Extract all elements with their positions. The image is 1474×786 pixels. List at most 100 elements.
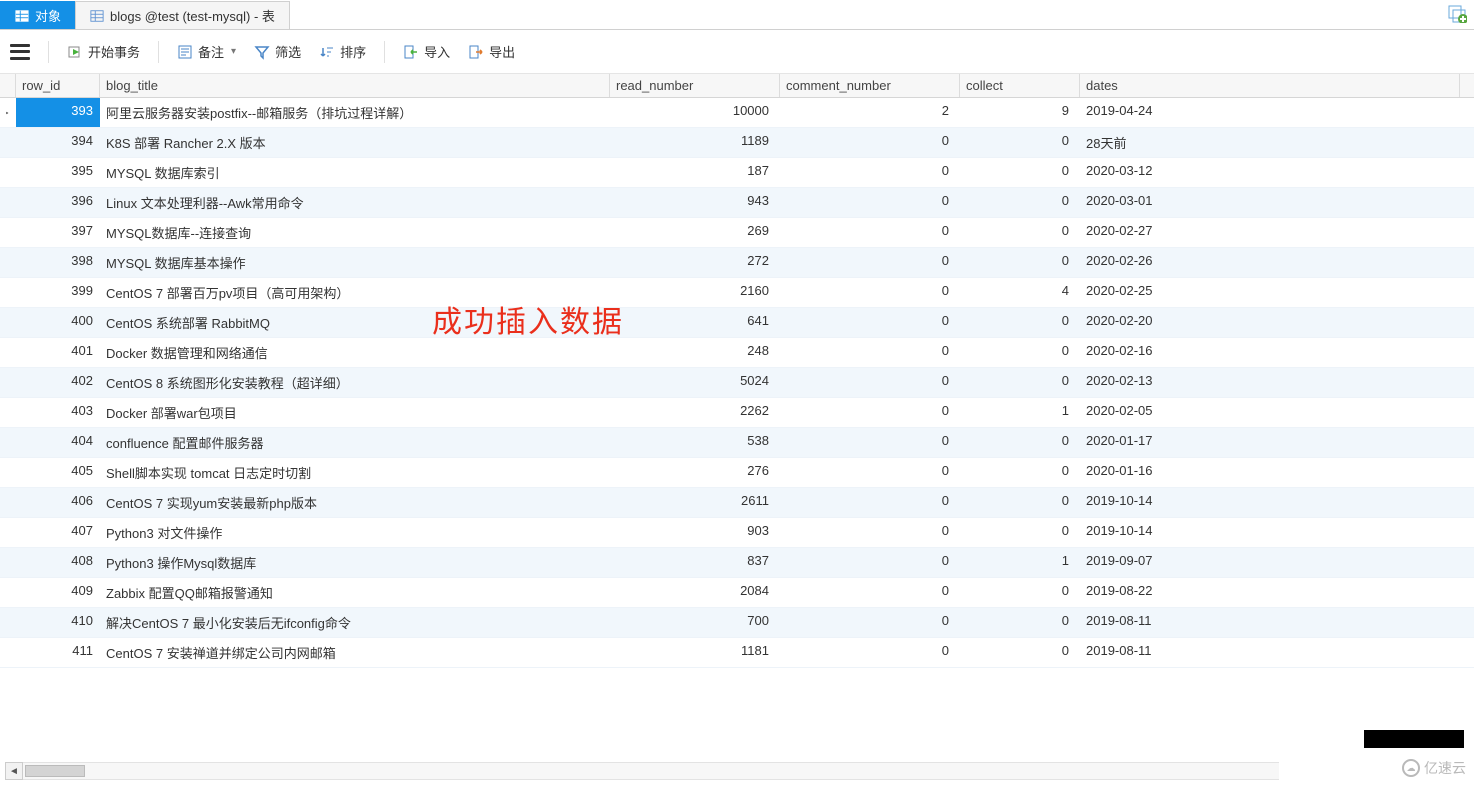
cell-collect[interactable]: 0	[960, 218, 1080, 247]
cell-collect[interactable]: 4	[960, 278, 1080, 307]
header-row-id[interactable]: row_id	[16, 74, 100, 97]
cell-comment-number[interactable]: 0	[780, 128, 960, 157]
table-row[interactable]: 399CentOS 7 部署百万pv项目（高可用架构）2160042020-02…	[0, 278, 1474, 308]
cell-comment-number[interactable]: 0	[780, 548, 960, 577]
cell-row-id[interactable]: 400	[16, 308, 100, 337]
cell-dates[interactable]: 2019-08-22	[1080, 578, 1460, 607]
horizontal-scrollbar[interactable]: ◄	[5, 762, 1279, 780]
header-collect[interactable]: collect	[960, 74, 1080, 97]
cell-dates[interactable]: 2020-02-16	[1080, 338, 1460, 367]
cell-read-number[interactable]: 272	[610, 248, 780, 277]
add-tab-icon[interactable]	[1446, 2, 1468, 24]
cell-blog-title[interactable]: Python3 操作Mysql数据库	[100, 548, 610, 577]
cell-collect[interactable]: 0	[960, 368, 1080, 397]
cell-read-number[interactable]: 2611	[610, 488, 780, 517]
table-row[interactable]: 395MYSQL 数据库索引187002020-03-12	[0, 158, 1474, 188]
cell-comment-number[interactable]: 0	[780, 308, 960, 337]
cell-read-number[interactable]: 276	[610, 458, 780, 487]
cell-blog-title[interactable]: CentOS 7 实现yum安装最新php版本	[100, 488, 610, 517]
cell-dates[interactable]: 2020-03-12	[1080, 158, 1460, 187]
cell-row-id[interactable]: 404	[16, 428, 100, 457]
cell-dates[interactable]: 2020-02-26	[1080, 248, 1460, 277]
cell-read-number[interactable]: 943	[610, 188, 780, 217]
cell-row-id[interactable]: 395	[16, 158, 100, 187]
cell-row-id[interactable]: 407	[16, 518, 100, 547]
cell-dates[interactable]: 2020-01-17	[1080, 428, 1460, 457]
cell-row-id[interactable]: 398	[16, 248, 100, 277]
cell-row-id[interactable]: 397	[16, 218, 100, 247]
cell-dates[interactable]: 2020-02-25	[1080, 278, 1460, 307]
cell-comment-number[interactable]: 0	[780, 518, 960, 547]
cell-comment-number[interactable]: 0	[780, 608, 960, 637]
cell-collect[interactable]: 0	[960, 608, 1080, 637]
cell-blog-title[interactable]: MYSQL 数据库索引	[100, 158, 610, 187]
cell-row-id[interactable]: 402	[16, 368, 100, 397]
cell-read-number[interactable]: 538	[610, 428, 780, 457]
tab-blogs-table[interactable]: blogs @test (test-mysql) - 表	[75, 1, 290, 29]
cell-blog-title[interactable]: CentOS 7 安装禅道并绑定公司内网邮箱	[100, 638, 610, 667]
cell-row-id[interactable]: 410	[16, 608, 100, 637]
export-button[interactable]: 导出	[468, 42, 515, 61]
scroll-track[interactable]	[23, 762, 1279, 780]
cell-blog-title[interactable]: confluence 配置邮件服务器	[100, 428, 610, 457]
table-row[interactable]: 408Python3 操作Mysql数据库837012019-09-07	[0, 548, 1474, 578]
cell-dates[interactable]: 2020-02-20	[1080, 308, 1460, 337]
cell-collect[interactable]: 0	[960, 158, 1080, 187]
cell-collect[interactable]: 0	[960, 338, 1080, 367]
cell-comment-number[interactable]: 0	[780, 278, 960, 307]
cell-collect[interactable]: 0	[960, 248, 1080, 277]
cell-blog-title[interactable]: Docker 部署war包项目	[100, 398, 610, 427]
cell-dates[interactable]: 2019-10-14	[1080, 518, 1460, 547]
cell-row-id[interactable]: 409	[16, 578, 100, 607]
cell-read-number[interactable]: 10000	[610, 98, 780, 127]
cell-read-number[interactable]: 700	[610, 608, 780, 637]
scroll-thumb[interactable]	[25, 765, 85, 777]
table-row[interactable]: 404confluence 配置邮件服务器538002020-01-17	[0, 428, 1474, 458]
table-row[interactable]: 397MYSQL数据库--连接查询269002020-02-27	[0, 218, 1474, 248]
cell-read-number[interactable]: 1181	[610, 638, 780, 667]
cell-dates[interactable]: 28天前	[1080, 128, 1460, 157]
cell-collect[interactable]: 1	[960, 548, 1080, 577]
cell-row-id[interactable]: 399	[16, 278, 100, 307]
header-comment-number[interactable]: comment_number	[780, 74, 960, 97]
table-row[interactable]: 400CentOS 系统部署 RabbitMQ641002020-02-20	[0, 308, 1474, 338]
cell-collect[interactable]: 0	[960, 638, 1080, 667]
import-button[interactable]: 导入	[403, 42, 450, 61]
cell-read-number[interactable]: 2084	[610, 578, 780, 607]
table-row[interactable]: 411CentOS 7 安装禅道并绑定公司内网邮箱1181002019-08-1…	[0, 638, 1474, 668]
cell-dates[interactable]: 2020-02-05	[1080, 398, 1460, 427]
cell-collect[interactable]: 0	[960, 428, 1080, 457]
cell-blog-title[interactable]: K8S 部署 Rancher 2.X 版本	[100, 128, 610, 157]
cell-read-number[interactable]: 269	[610, 218, 780, 247]
cell-comment-number[interactable]: 0	[780, 218, 960, 247]
cell-read-number[interactable]: 5024	[610, 368, 780, 397]
table-row[interactable]: 401Docker 数据管理和网络通信248002020-02-16	[0, 338, 1474, 368]
remark-button[interactable]: 备注 ▾	[177, 42, 236, 61]
cell-comment-number[interactable]: 2	[780, 98, 960, 127]
cell-row-id[interactable]: 396	[16, 188, 100, 217]
cell-comment-number[interactable]: 0	[780, 488, 960, 517]
cell-collect[interactable]: 0	[960, 458, 1080, 487]
cell-dates[interactable]: 2019-08-11	[1080, 608, 1460, 637]
cell-blog-title[interactable]: 解决CentOS 7 最小化安装后无ifconfig命令	[100, 608, 610, 637]
cell-comment-number[interactable]: 0	[780, 458, 960, 487]
cell-collect[interactable]: 0	[960, 188, 1080, 217]
cell-read-number[interactable]: 641	[610, 308, 780, 337]
cell-blog-title[interactable]: Shell脚本实现 tomcat 日志定时切割	[100, 458, 610, 487]
table-row[interactable]: 409Zabbix 配置QQ邮箱报警通知2084002019-08-22	[0, 578, 1474, 608]
table-row[interactable]: 410解决CentOS 7 最小化安装后无ifconfig命令700002019…	[0, 608, 1474, 638]
menu-button[interactable]	[10, 44, 30, 60]
cell-row-id[interactable]: 408	[16, 548, 100, 577]
cell-blog-title[interactable]: CentOS 7 部署百万pv项目（高可用架构）	[100, 278, 610, 307]
cell-dates[interactable]: 2020-02-27	[1080, 218, 1460, 247]
cell-row-id[interactable]: 403	[16, 398, 100, 427]
cell-read-number[interactable]: 2262	[610, 398, 780, 427]
sort-button[interactable]: 排序	[319, 42, 366, 61]
header-read-number[interactable]: read_number	[610, 74, 780, 97]
cell-collect[interactable]: 0	[960, 308, 1080, 337]
table-row[interactable]: 396Linux 文本处理利器--Awk常用命令943002020-03-01	[0, 188, 1474, 218]
cell-comment-number[interactable]: 0	[780, 398, 960, 427]
cell-collect[interactable]: 0	[960, 488, 1080, 517]
cell-row-id[interactable]: 393	[16, 98, 100, 127]
cell-collect[interactable]: 1	[960, 398, 1080, 427]
